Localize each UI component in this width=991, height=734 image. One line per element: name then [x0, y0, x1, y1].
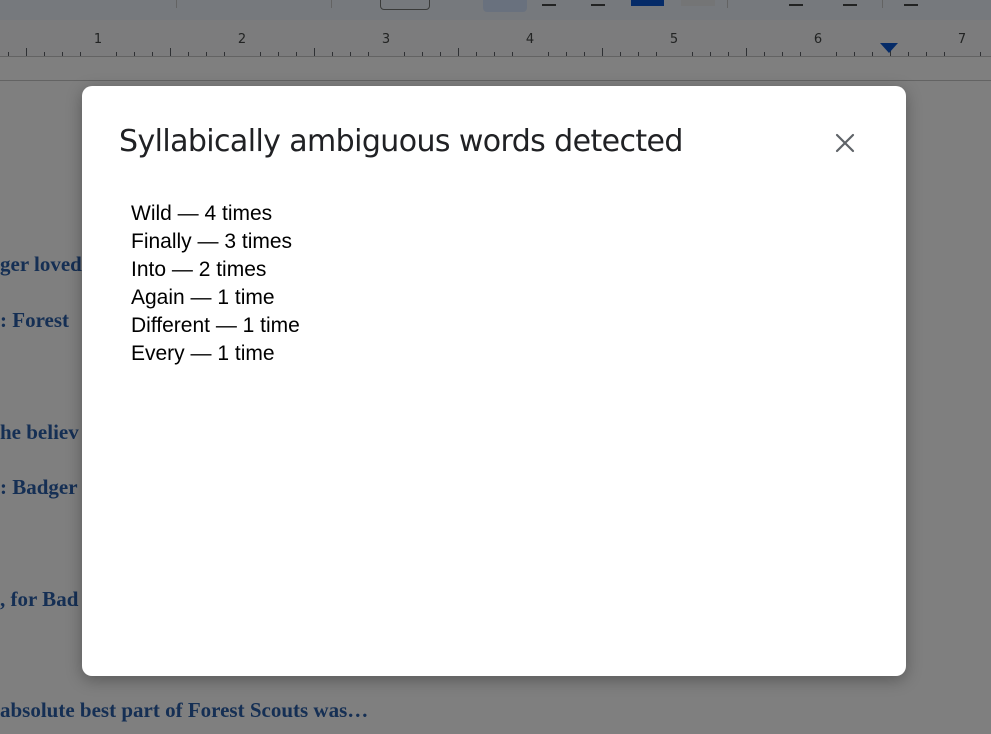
dialog-title: Syllabically ambiguous words detected [119, 124, 683, 159]
list-item: Finally — 3 times [131, 230, 293, 253]
ambiguous-words-dialog: Syllabically ambiguous words detected Wi… [82, 86, 906, 676]
list-item: Into — 2 times [131, 258, 267, 281]
list-item: Every — 1 time [131, 342, 275, 365]
docs-page: 1 2 3 4 5 6 7 ger loved : Forest he beli… [0, 0, 991, 734]
list-item: Different — 1 time [131, 314, 300, 337]
close-icon [835, 133, 855, 153]
list-item: Wild — 4 times [131, 202, 273, 225]
close-button[interactable] [826, 124, 864, 162]
word-count-list: Wild — 4 times Finally — 3 times Into — … [131, 200, 300, 368]
list-item: Again — 1 time [131, 286, 275, 309]
